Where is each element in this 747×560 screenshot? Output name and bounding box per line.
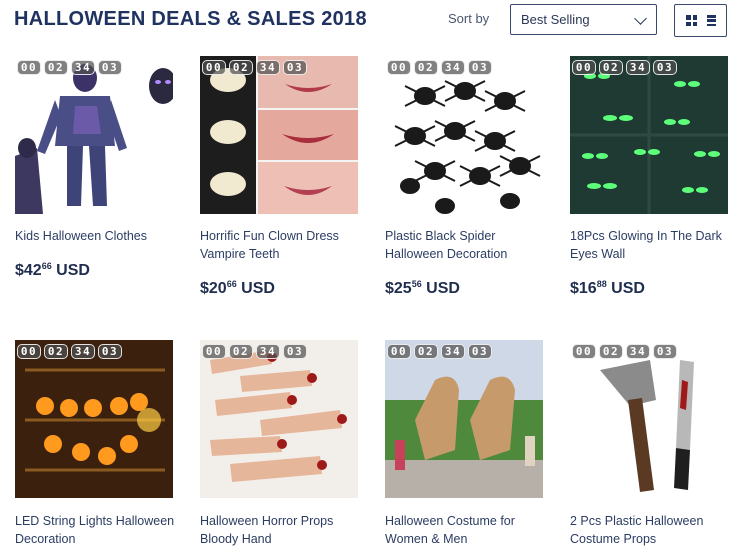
price-cents: 66 — [41, 261, 52, 271]
product-name[interactable]: Plastic Black Spider Halloween Decoratio… — [385, 227, 545, 263]
list-view-icon[interactable] — [704, 15, 716, 26]
timer-seconds: 03 — [98, 344, 122, 359]
timer-seconds: 03 — [653, 60, 677, 75]
product-name[interactable]: Kids Halloween Clothes — [15, 227, 175, 245]
timer-seconds: 03 — [653, 344, 677, 359]
price-whole: $20 — [200, 280, 227, 297]
price-cents: 66 — [226, 279, 237, 289]
timer-hours: 02 — [44, 344, 68, 359]
product-name[interactable]: 2 Pcs Plastic Halloween Costume Props — [570, 512, 730, 548]
product-price: $1688 USD — [570, 279, 645, 298]
price-whole: $42 — [15, 262, 42, 279]
page-title: HALLOWEEN DEALS & SALES 2018 — [14, 8, 367, 30]
price-whole: $25 — [385, 280, 412, 297]
countdown-timer: 00 02 34 03 — [572, 60, 677, 75]
timer-hours: 02 — [414, 60, 438, 75]
timer-days: 00 — [572, 344, 596, 359]
timer-minutes: 34 — [256, 344, 280, 359]
product-price: $2066 USD — [200, 279, 275, 298]
price-currency: USD — [426, 280, 460, 297]
timer-days: 00 — [387, 344, 411, 359]
price-cents: 56 — [411, 279, 422, 289]
timer-days: 00 — [387, 60, 411, 75]
collection-header: HALLOWEEN DEALS & SALES 2018 Sort by Bes… — [0, 0, 747, 44]
bloody-hands-image[interactable]: 00 02 34 03 — [200, 340, 358, 498]
timer-hours: 02 — [599, 344, 623, 359]
timer-hours: 02 — [44, 60, 68, 75]
timer-seconds: 03 — [98, 60, 122, 75]
timer-seconds: 03 — [468, 60, 492, 75]
product-price: $2556 USD — [385, 279, 460, 298]
timer-seconds: 03 — [283, 344, 307, 359]
timer-hours: 02 — [229, 344, 253, 359]
price-currency: USD — [56, 262, 90, 279]
timer-minutes: 34 — [626, 60, 650, 75]
countdown-timer: 00 02 34 03 — [17, 60, 122, 75]
timer-days: 00 — [17, 60, 41, 75]
countdown-timer: 00 02 34 03 — [387, 60, 492, 75]
timer-minutes: 34 — [71, 60, 95, 75]
product-name[interactable]: Horrific Fun Clown Dress Vampire Teeth — [200, 227, 360, 263]
countdown-timer: 00 02 34 03 — [202, 344, 307, 359]
sort-label: Sort by — [448, 11, 490, 26]
price-currency: USD — [241, 280, 275, 297]
sort-selected-value: Best Selling — [521, 12, 590, 27]
countdown-timer: 00 02 34 03 — [387, 344, 492, 359]
timer-seconds: 03 — [283, 60, 307, 75]
pumpkin-lights-image[interactable]: 00 02 34 03 — [15, 340, 173, 498]
timer-minutes: 34 — [256, 60, 280, 75]
chevron-down-icon — [634, 12, 647, 25]
axe-knife-image[interactable]: 00 02 34 03 — [570, 340, 728, 498]
timer-days: 00 — [572, 60, 596, 75]
glowing-eyes-image[interactable]: 00 02 34 03 — [570, 56, 728, 214]
timer-hours: 02 — [599, 60, 623, 75]
timer-minutes: 34 — [441, 344, 465, 359]
timer-days: 00 — [202, 344, 226, 359]
countdown-timer: 00 02 34 03 — [17, 344, 122, 359]
product-name[interactable]: Halloween Horror Props Bloody Hand — [200, 512, 360, 548]
dinosaur-costume-image[interactable]: 00 02 34 03 — [385, 340, 543, 498]
timer-seconds: 03 — [468, 344, 492, 359]
timer-minutes: 34 — [441, 60, 465, 75]
product-name[interactable]: 18Pcs Glowing In The Dark Eyes Wall — [570, 227, 730, 263]
countdown-timer: 00 02 34 03 — [202, 60, 307, 75]
product-price: $4266 USD — [15, 261, 90, 280]
timer-days: 00 — [202, 60, 226, 75]
timer-minutes: 34 — [626, 344, 650, 359]
timer-hours: 02 — [229, 60, 253, 75]
price-cents: 88 — [596, 279, 607, 289]
product-name[interactable]: Halloween Costume for Women & Men — [385, 512, 545, 548]
countdown-timer: 00 02 34 03 — [572, 344, 677, 359]
timer-hours: 02 — [414, 344, 438, 359]
costume-image[interactable]: 00 02 34 03 — [15, 56, 173, 214]
spiders-image[interactable]: 00 02 34 03 — [385, 56, 543, 214]
price-whole: $16 — [570, 280, 597, 297]
product-name[interactable]: LED String Lights Halloween Decoration — [15, 512, 175, 548]
timer-minutes: 34 — [71, 344, 95, 359]
sort-select[interactable]: Best Selling — [510, 4, 657, 35]
grid-view-icon[interactable] — [686, 15, 697, 26]
price-currency: USD — [611, 280, 645, 297]
vampire-teeth-image[interactable]: 00 02 34 03 — [200, 56, 358, 214]
timer-days: 00 — [17, 344, 41, 359]
view-toggle[interactable] — [674, 4, 727, 37]
